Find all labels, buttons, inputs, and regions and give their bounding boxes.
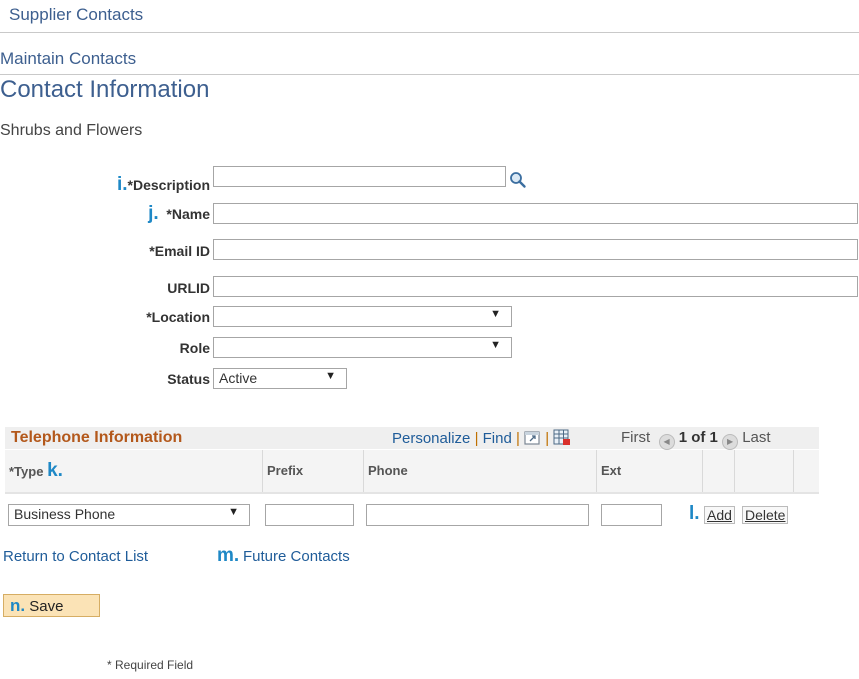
find-link[interactable]: Find — [483, 430, 512, 447]
ext-input[interactable] — [601, 504, 662, 526]
phone-type-select[interactable]: Business Phone ▼ — [8, 504, 250, 526]
status-select[interactable]: Active ▼ — [213, 368, 347, 389]
phone-input[interactable] — [366, 504, 589, 526]
return-to-contact-list-link[interactable]: Return to Contact List — [3, 548, 148, 565]
email-label: *Email ID — [149, 243, 210, 259]
divider — [0, 74, 859, 75]
marker-j: j. — [148, 203, 159, 224]
separator: | — [474, 430, 479, 447]
description-label: i.*Description — [116, 174, 210, 195]
location-label: *Location — [146, 309, 210, 325]
telephone-grid-header: Telephone Information Personalize | Find… — [5, 427, 819, 450]
prefix-input[interactable] — [265, 504, 354, 526]
separator: | — [516, 430, 520, 447]
add-row-button[interactable]: Add — [704, 506, 735, 524]
marker-m: m. — [217, 545, 240, 566]
lookup-icon[interactable] — [509, 171, 527, 189]
view-all-icon[interactable] — [524, 430, 541, 450]
email-input[interactable] — [213, 239, 858, 260]
row-count: 1 of 1 — [678, 429, 718, 446]
marker-l: l. — [689, 503, 700, 524]
breadcrumb[interactable]: Supplier Contacts — [9, 5, 143, 25]
blank-column-header — [735, 450, 794, 492]
future-contacts-link[interactable]: Future Contacts — [243, 548, 350, 565]
divider — [0, 32, 859, 33]
urlid-label: URLID — [167, 280, 210, 296]
type-column-header: *Type k. — [5, 450, 263, 492]
dropdown-icon: ▼ — [325, 370, 336, 382]
status-label: Status — [167, 371, 210, 387]
marker-n: n. — [10, 596, 26, 615]
telephone-grid-title: Telephone Information — [11, 429, 183, 446]
urlid-input[interactable] — [213, 276, 858, 297]
marker-i: i. — [116, 174, 128, 195]
page-subtitle: Maintain Contacts — [0, 49, 137, 68]
role-label: Role — [179, 340, 210, 356]
dropdown-icon: ▼ — [490, 308, 501, 320]
save-button[interactable]: n. Save — [3, 594, 100, 617]
marker-k: k. — [47, 460, 63, 481]
name-input[interactable] — [213, 203, 858, 224]
required-field-note: * Required Field — [107, 658, 194, 672]
ext-column-header: Ext — [597, 450, 703, 492]
description-input[interactable] — [213, 166, 506, 187]
supplier-name: Shrubs and Flowers — [0, 122, 143, 139]
telephone-grid-columns: *Type k. Prefix Phone Ext — [5, 450, 819, 493]
grid-tools: Personalize | Find | | — [392, 429, 571, 450]
page-title: Contact Information — [0, 76, 210, 103]
download-icon[interactable] — [553, 429, 571, 450]
prefix-column-header: Prefix — [263, 450, 364, 492]
personalize-link[interactable]: Personalize — [392, 430, 470, 447]
dropdown-icon: ▼ — [490, 339, 501, 351]
delete-row-button[interactable]: Delete — [742, 506, 789, 524]
previous-icon[interactable]: ◀ — [658, 434, 675, 450]
dropdown-icon: ▼ — [228, 506, 239, 518]
first-link[interactable]: First — [621, 429, 650, 446]
name-label: j. *Name — [148, 203, 210, 224]
separator: | — [545, 430, 550, 447]
divider — [5, 492, 819, 494]
phone-column-header: Phone — [364, 450, 597, 492]
next-icon[interactable]: ▶ — [722, 434, 739, 450]
grid-nav: First ◀ 1 of 1 ▶ Last — [621, 429, 771, 450]
role-select[interactable]: ▼ — [213, 337, 512, 358]
location-select[interactable]: ▼ — [213, 306, 512, 327]
blank-column-header — [703, 450, 735, 492]
last-link[interactable]: Last — [742, 429, 770, 446]
